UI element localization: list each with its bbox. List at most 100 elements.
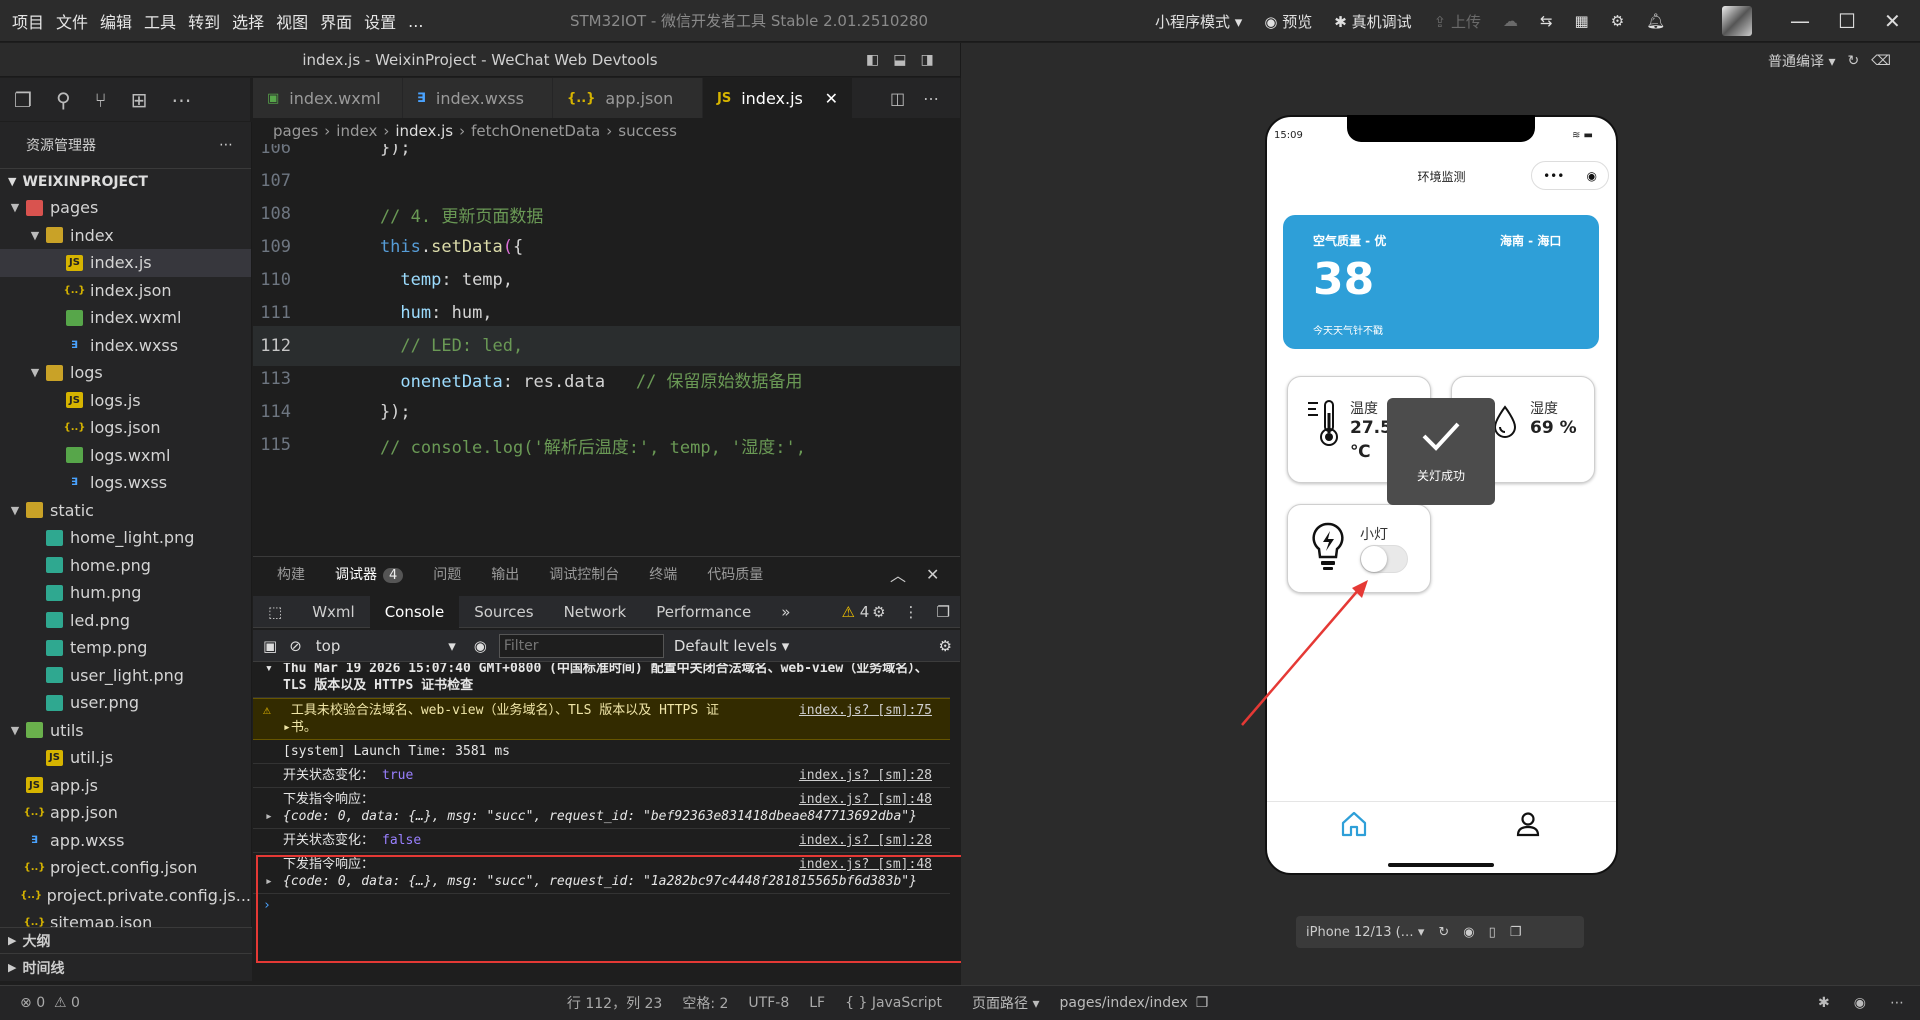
tree-item[interactable]: index.wxml [0, 304, 251, 332]
undock-icon[interactable]: ❐ [937, 603, 950, 621]
tab-home[interactable] [1340, 810, 1368, 838]
tree-item[interactable]: ▼ static [0, 497, 251, 525]
tree-item[interactable]: {..} app.json [0, 799, 251, 827]
avatar[interactable] [1722, 6, 1752, 36]
source-link[interactable]: index.js? [sm]:75 [799, 702, 932, 719]
more-icon[interactable]: ⋯ [1890, 995, 1904, 1011]
mode-select[interactable]: 小程序模式 ▾ [1155, 11, 1242, 32]
tab-index-wxss[interactable]: ∃ index.wxss [403, 78, 553, 118]
capsule-menu[interactable]: ••• ◉ [1531, 161, 1609, 190]
panel-tab[interactable]: 调试器 4 [335, 564, 404, 584]
tree-item[interactable]: home_light.png [0, 524, 251, 552]
tree-item[interactable]: {..} index.json [0, 277, 251, 305]
levels-select[interactable]: Default levels ▾ [674, 637, 789, 655]
multi-window-icon[interactable]: ❐ [1510, 925, 1522, 940]
breadcrumb-item[interactable]: index.js [395, 122, 453, 140]
menu-item-9[interactable]: ... [408, 12, 423, 31]
devtools-tab[interactable]: Sources [459, 596, 548, 628]
real-device-debug-button[interactable]: ✱ 真机调试 [1334, 11, 1411, 32]
preview-button[interactable]: ◉ 预览 [1264, 11, 1312, 32]
inspect-icon[interactable]: ⬚ [253, 596, 297, 628]
panel-tab[interactable]: 调试控制台 [549, 564, 619, 584]
more-icon[interactable]: ••• [1543, 169, 1564, 183]
code-editor[interactable]: 106 }); 107 108 // 4. 更新页面数据 109 this.setDa… [253, 144, 960, 554]
tab-index-js[interactable]: JS index.js ✕ [703, 78, 853, 118]
devtools-tab[interactable]: Network [549, 596, 642, 628]
indent-setting[interactable]: 空格: 2 [682, 993, 728, 1013]
breadcrumb-item[interactable]: fetchOnenetData [471, 122, 600, 140]
breadcrumb-item[interactable]: pages [273, 122, 318, 140]
menu-item-2[interactable]: 编辑 [100, 9, 132, 33]
console-settings-icon[interactable]: ⚙ [939, 637, 952, 655]
sidebar-toggle-icon[interactable]: ▣ [263, 637, 277, 655]
maximize-button[interactable]: ☐ [1838, 9, 1856, 33]
tree-item[interactable]: ∃ app.wxss [0, 827, 251, 855]
tree-item[interactable]: ▼ index [0, 222, 251, 250]
rotate-icon[interactable]: ↻ [1438, 925, 1449, 940]
clear-cache-icon[interactable]: ⌫ [1871, 53, 1891, 69]
upload-button[interactable]: ⇪ 上传 [1434, 11, 1481, 32]
problems-indicator[interactable]: ⊗ 0 ⚠ 0 [20, 995, 80, 1011]
tree-item[interactable]: JS index.js [0, 249, 251, 277]
expand-icon[interactable]: ▸ [265, 808, 273, 825]
panel-tab[interactable]: 终端 [649, 564, 677, 584]
tree-item[interactable]: led.png [0, 607, 251, 635]
search-icon[interactable]: ⚲ [56, 88, 71, 112]
settings-icon[interactable]: ⚙ [1611, 12, 1624, 30]
close-tab-icon[interactable]: ✕ [825, 89, 838, 108]
tab-index-wxml[interactable]: ▣ index.wxml [253, 78, 403, 118]
breadcrumb-item[interactable]: index [336, 122, 377, 140]
expand-icon[interactable]: ▸ [283, 720, 291, 735]
bell-icon[interactable]: 🔔︎ [1646, 12, 1665, 30]
language-mode[interactable]: { } JavaScript [845, 995, 942, 1011]
tab-app-json[interactable]: {..} app.json [553, 78, 703, 118]
copy-icon[interactable]: ❐ [1196, 995, 1209, 1011]
more-icon[interactable]: ⋯ [923, 89, 939, 108]
menu-item-0[interactable]: 项目 [12, 9, 44, 33]
tree-item[interactable]: home.png [0, 552, 251, 580]
devtools-tab[interactable]: Wxml [297, 596, 370, 628]
close-miniprogram-icon[interactable]: ◉ [1586, 169, 1596, 183]
eol-setting[interactable]: LF [809, 995, 825, 1011]
devtools-menu-icon[interactable]: ⋮ [904, 603, 919, 621]
source-link[interactable]: index.js? [sm]:48 [799, 791, 932, 808]
home-button-icon[interactable]: ◉ [1463, 925, 1474, 940]
tree-item[interactable]: JS logs.js [0, 387, 251, 415]
warning-count[interactable]: ⚠ 4 [841, 603, 869, 621]
panel-tab[interactable]: 问题 [433, 564, 461, 584]
more-icon[interactable]: ⋯ [171, 88, 191, 112]
compile-mode-select[interactable]: 普通编译 ▾ [1768, 51, 1835, 71]
tree-item[interactable]: ∃ index.wxss [0, 332, 251, 360]
tree-item[interactable]: user.png [0, 689, 251, 717]
files-icon[interactable]: ❐ [14, 88, 32, 112]
menu-item-6[interactable]: 视图 [276, 9, 308, 33]
refresh-icon[interactable]: ↻ [1847, 53, 1859, 69]
tree-item[interactable]: ▼ pages [0, 194, 251, 222]
tree-item[interactable]: ▼ logs [0, 359, 251, 387]
tree-item[interactable]: JS util.js [0, 744, 251, 772]
collapse-icon[interactable]: ▾ [265, 663, 273, 677]
devtools-tab[interactable]: » [766, 596, 805, 628]
source-control-icon[interactable]: ⑂ [95, 88, 107, 112]
close-panel-icon[interactable]: ✕ [926, 565, 939, 584]
project-header[interactable]: ▼ WEIXINPROJECT [0, 168, 251, 194]
device-icon[interactable]: ▯ [1489, 925, 1496, 940]
page-path-select[interactable]: 页面路径 ▾ [972, 993, 1039, 1013]
menu-item-8[interactable]: 设置 [364, 9, 396, 33]
source-link[interactable]: index.js? [sm]:28 [799, 832, 932, 849]
cursor-position[interactable]: 行 112，列 23 [567, 993, 662, 1013]
devtools-settings-icon[interactable]: ⚙ [872, 603, 885, 621]
toggle-secondary-icon[interactable]: ◨ [920, 52, 933, 68]
tree-item[interactable]: {..} sitemap.json [0, 909, 251, 927]
extensions-icon[interactable]: ⊞ [131, 88, 148, 112]
timeline-section[interactable]: ▶ 时间线 [0, 953, 252, 981]
menu-item-3[interactable]: 工具 [144, 9, 176, 33]
tree-item[interactable]: temp.png [0, 634, 251, 662]
toggle-sidebar-icon[interactable]: ◧ [866, 52, 879, 68]
menu-item-5[interactable]: 选择 [232, 9, 264, 33]
breadcrumb-item[interactable]: success [618, 122, 677, 140]
source-link[interactable]: index.js? [sm]:28 [799, 767, 932, 784]
panel-tab[interactable]: 输出 [491, 564, 519, 584]
tree-item[interactable]: {..} project.config.json [0, 854, 251, 882]
layout-icon[interactable]: ▦ [1575, 12, 1589, 30]
